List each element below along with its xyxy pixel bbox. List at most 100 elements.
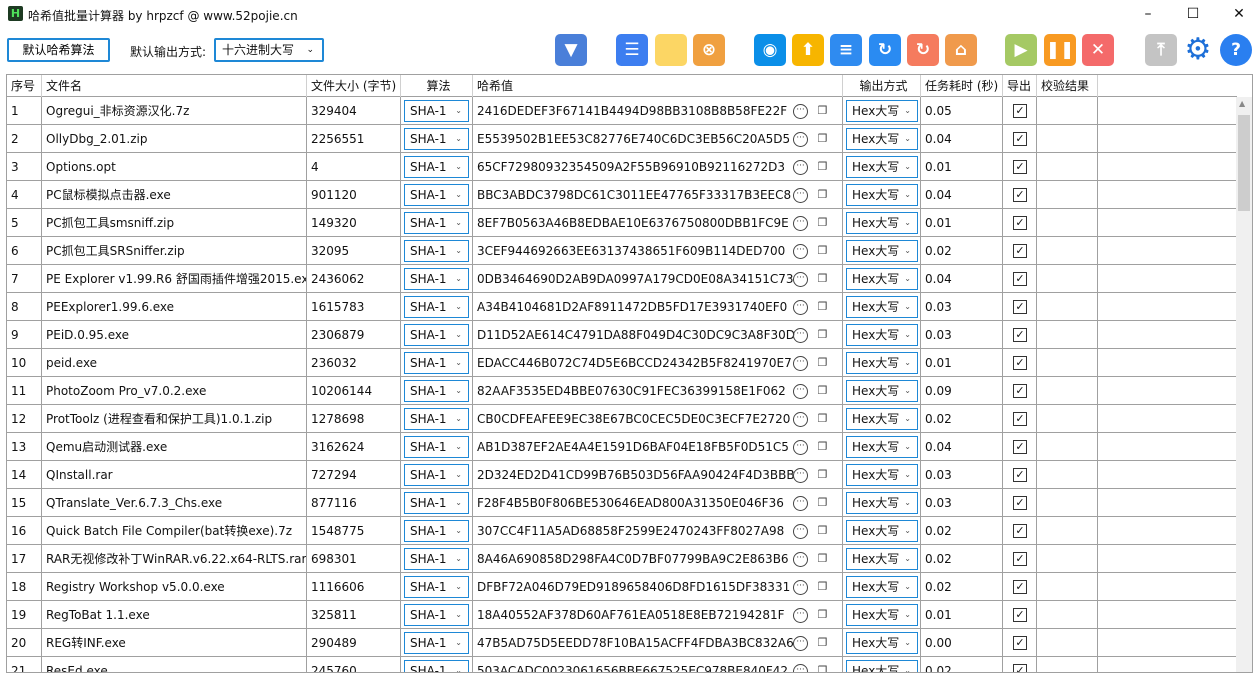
algorithm-select[interactable]: SHA-1 ⌄: [404, 352, 469, 374]
algorithm-select[interactable]: SHA-1 ⌄: [404, 464, 469, 486]
table-row[interactable]: 10 peid.exe 236032 SHA-1 ⌄ EDACC446B072C74D5E…: [7, 349, 1237, 377]
algorithm-select[interactable]: SHA-1 ⌄: [404, 380, 469, 402]
stop-icon[interactable]: ✕: [1082, 34, 1114, 66]
output-format-select[interactable]: Hex大写 ⌄: [846, 408, 918, 430]
copy-icon[interactable]: ❐: [815, 328, 830, 343]
export-checkbox[interactable]: ✓: [1013, 160, 1027, 174]
table-row[interactable]: 15 QTranslate_Ver.6.7.3_Chs.exe 877116 SHA-…: [7, 489, 1237, 517]
export-checkbox[interactable]: ✓: [1013, 524, 1027, 538]
algorithm-select[interactable]: SHA-1 ⌄: [404, 576, 469, 598]
algorithm-select[interactable]: SHA-1 ⌄: [404, 660, 469, 672]
copy-icon[interactable]: ❐: [815, 356, 830, 371]
export-checkbox[interactable]: ✓: [1013, 104, 1027, 118]
table-row[interactable]: 9 PEiD.0.95.exe 2306879 SHA-1 ⌄ D11D52AE614C4…: [7, 321, 1237, 349]
output-format-select[interactable]: Hex大写 ⌄: [846, 184, 918, 206]
table-row[interactable]: 2 OllyDbg_2.01.zip 2256551 SHA-1 ⌄ E5539502B1…: [7, 125, 1237, 153]
export-checkbox[interactable]: ✓: [1013, 552, 1027, 566]
copy-icon[interactable]: ❐: [815, 440, 830, 455]
more-options-icon[interactable]: ···: [793, 468, 808, 483]
copy-icon[interactable]: ❐: [815, 216, 830, 231]
more-options-icon[interactable]: ···: [793, 384, 808, 399]
table-row[interactable]: 3 Options.opt 4 SHA-1 ⌄ 65CF72980932354509A2F…: [7, 153, 1237, 181]
copy-icon[interactable]: ❐: [815, 468, 830, 483]
table-row[interactable]: 13 Qemu启动测试器.exe 3162624 SHA-1 ⌄ AB1D387EF2AE…: [7, 433, 1237, 461]
copy-icon[interactable]: ❐: [815, 272, 830, 287]
export-checkbox[interactable]: ✓: [1013, 356, 1027, 370]
output-format-select[interactable]: Hex大写 ⌄: [846, 520, 918, 542]
table-row[interactable]: 4 PC鼠标模拟点击器.exe 901120 SHA-1 ⌄ BBC3ABDC3798DC…: [7, 181, 1237, 209]
play-icon[interactable]: ▶: [1005, 34, 1037, 66]
more-options-icon[interactable]: ···: [793, 524, 808, 539]
copy-icon[interactable]: ❐: [815, 636, 830, 651]
algorithm-select[interactable]: SHA-1 ⌄: [404, 240, 469, 262]
column-header[interactable]: 文件名: [42, 75, 307, 97]
more-options-icon[interactable]: ···: [793, 104, 808, 119]
algorithm-select[interactable]: SHA-1 ⌄: [404, 492, 469, 514]
more-options-icon[interactable]: ···: [793, 356, 808, 371]
output-format-select[interactable]: Hex大写 ⌄: [846, 548, 918, 570]
refresh-red-icon[interactable]: ↻: [907, 34, 939, 66]
help-icon[interactable]: ?: [1220, 34, 1252, 66]
more-options-icon[interactable]: ···: [793, 664, 808, 672]
output-format-select[interactable]: Hex大写 ⌄: [846, 100, 918, 122]
upload-icon[interactable]: ⬆: [792, 34, 824, 66]
file-list-icon[interactable]: ☰: [616, 34, 648, 66]
algorithm-select[interactable]: SHA-1 ⌄: [404, 548, 469, 570]
export-checkbox[interactable]: ✓: [1013, 384, 1027, 398]
copy-icon[interactable]: ❐: [815, 244, 830, 259]
column-header[interactable]: 任务耗时 (秒): [921, 75, 1003, 97]
export-checkbox[interactable]: ✓: [1013, 440, 1027, 454]
algorithm-select[interactable]: SHA-1 ⌄: [404, 324, 469, 346]
export-checkbox[interactable]: ✓: [1013, 328, 1027, 342]
more-options-icon[interactable]: ···: [793, 216, 808, 231]
more-options-icon[interactable]: ···: [793, 328, 808, 343]
output-format-select[interactable]: Hex大写 ⌄: [846, 324, 918, 346]
eye-icon[interactable]: ◉: [754, 34, 786, 66]
scroll-up-icon[interactable]: ▲: [1239, 99, 1245, 108]
more-options-icon[interactable]: ···: [793, 440, 808, 455]
table-row[interactable]: 12 ProtToolz (进程查看和保护工具)1.0.1.zip 1278698 S…: [7, 405, 1237, 433]
output-format-select[interactable]: Hex大写 ⌄: [846, 604, 918, 626]
search-clear-icon[interactable]: ⊗: [693, 34, 725, 66]
column-header[interactable]: 校验结果: [1037, 75, 1098, 97]
output-format-select[interactable]: Hex大写 ⌄: [846, 632, 918, 654]
default-output-select[interactable]: 十六进制大写 ⌄: [214, 38, 324, 62]
export-checkbox[interactable]: ✓: [1013, 300, 1027, 314]
copy-icon[interactable]: ❐: [815, 664, 830, 672]
column-header[interactable]: 文件大小 (字节): [307, 75, 401, 97]
export-checkbox[interactable]: ✓: [1013, 468, 1027, 482]
algorithm-select[interactable]: SHA-1 ⌄: [404, 100, 469, 122]
algorithm-select[interactable]: SHA-1 ⌄: [404, 408, 469, 430]
column-header[interactable]: 序号: [7, 75, 42, 97]
vertical-scrollbar[interactable]: ▲: [1236, 97, 1252, 672]
column-header[interactable]: 导出: [1003, 75, 1037, 97]
more-options-icon[interactable]: ···: [793, 244, 808, 259]
table-row[interactable]: 11 PhotoZoom Pro_v7.0.2.exe 10206144 SHA-1 ⌄…: [7, 377, 1237, 405]
output-format-select[interactable]: Hex大写 ⌄: [846, 436, 918, 458]
algorithm-select[interactable]: SHA-1 ⌄: [404, 632, 469, 654]
algorithm-select[interactable]: SHA-1 ⌄: [404, 268, 469, 290]
list-copy-icon[interactable]: ≡: [830, 34, 862, 66]
table-row[interactable]: 6 PC抓包工具SRSniffer.zip 32095 SHA-1 ⌄ 3CEF94469…: [7, 237, 1237, 265]
copy-icon[interactable]: ❐: [815, 300, 830, 315]
table-row[interactable]: 17 RAR无视修改补丁WinRAR.v6.22.x64-RLTS.rar 6983…: [7, 545, 1237, 573]
close-button[interactable]: ✕: [1224, 4, 1254, 24]
copy-icon[interactable]: ❐: [815, 496, 830, 511]
output-format-select[interactable]: Hex大写 ⌄: [846, 212, 918, 234]
algorithm-select[interactable]: SHA-1 ⌄: [404, 296, 469, 318]
broom-icon[interactable]: ⌂: [945, 34, 977, 66]
maximize-button[interactable]: ☐: [1178, 4, 1208, 24]
folder-icon[interactable]: [655, 34, 687, 66]
export-checkbox[interactable]: ✓: [1013, 244, 1027, 258]
output-format-select[interactable]: Hex大写 ⌄: [846, 128, 918, 150]
algorithm-select[interactable]: SHA-1 ⌄: [404, 156, 469, 178]
more-options-icon[interactable]: ···: [793, 272, 808, 287]
output-format-select[interactable]: Hex大写 ⌄: [846, 352, 918, 374]
table-row[interactable]: 21 ResEd.exe 245760 SHA-1 ⌄ 503ACADC002306165…: [7, 657, 1237, 672]
refresh-icon[interactable]: ↻: [869, 34, 901, 66]
algorithm-select[interactable]: SHA-1 ⌄: [404, 128, 469, 150]
copy-icon[interactable]: ❐: [815, 384, 830, 399]
output-format-select[interactable]: Hex大写 ⌄: [846, 268, 918, 290]
table-row[interactable]: 16 Quick Batch File Compiler(bat转换exe).7z…: [7, 517, 1237, 545]
scrollbar-thumb[interactable]: [1238, 115, 1250, 211]
